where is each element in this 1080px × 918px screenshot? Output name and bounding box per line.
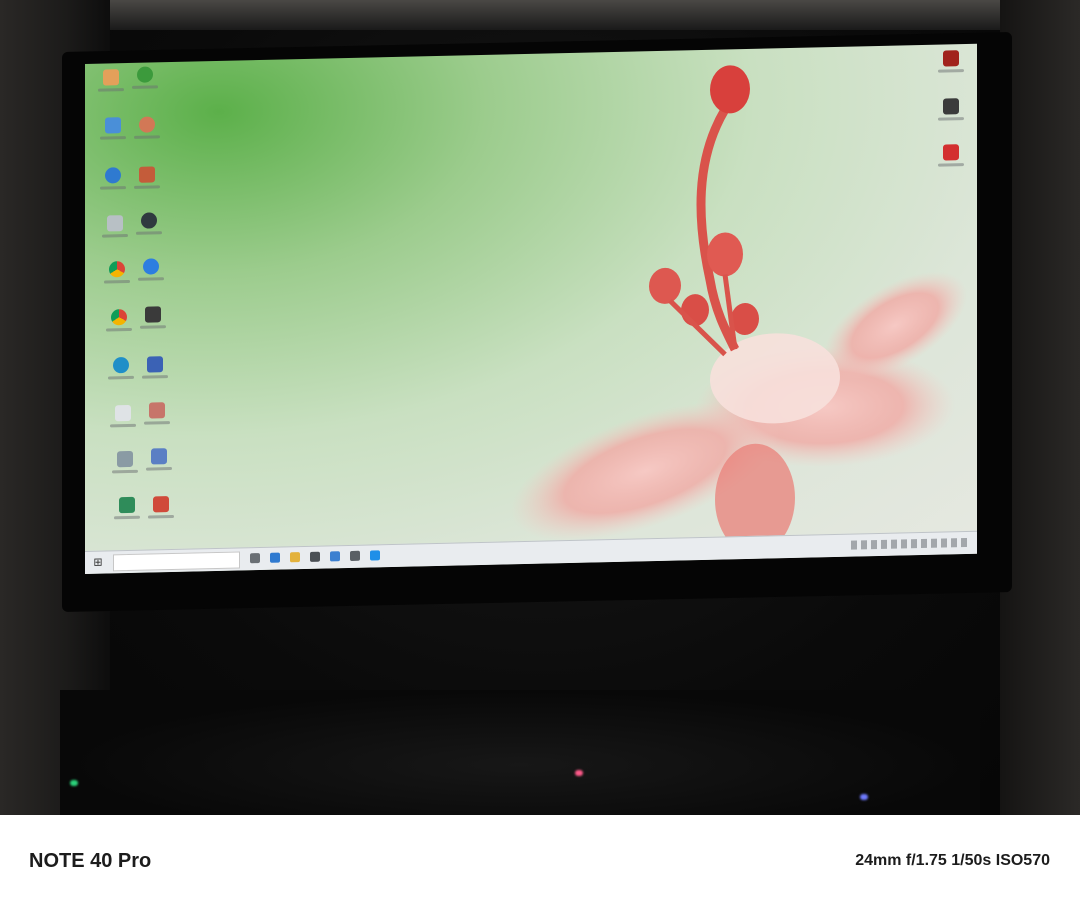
cloud-icon[interactable] (95, 117, 131, 158)
system-tray[interactable] (851, 537, 971, 550)
app-icon[interactable] (141, 448, 177, 489)
device-model-label: NOTE 40 Pro (29, 850, 152, 872)
start-icon[interactable]: ⊞ (87, 554, 109, 570)
app-icon[interactable] (107, 450, 143, 492)
monitor-photo: ⊞ (0, 0, 1080, 815)
monitor-screen: ⊞ (85, 43, 977, 574)
vector-icon[interactable] (933, 98, 969, 139)
keyboard-led (70, 780, 78, 786)
torrent-icon[interactable] (127, 66, 163, 107)
background-wall-top (0, 0, 1080, 30)
paint-icon[interactable] (139, 402, 175, 443)
recycle-bin-icon[interactable] (97, 215, 133, 256)
app-icon[interactable] (135, 306, 171, 347)
document-icon[interactable] (105, 404, 141, 446)
keyboard-led (575, 770, 583, 776)
keyboard-led (860, 794, 868, 800)
edge-icon[interactable] (95, 167, 131, 208)
currency-icon[interactable] (131, 212, 167, 253)
pdf-icon[interactable] (93, 69, 129, 110)
chrome-icon[interactable] (99, 261, 135, 302)
mail-icon[interactable] (330, 551, 340, 562)
user-icon[interactable] (129, 116, 165, 157)
acrobat-icon[interactable] (933, 144, 969, 185)
wallpaper-flower (510, 65, 968, 554)
background-wall-right (1000, 0, 1080, 815)
task-view-icon[interactable] (250, 553, 260, 564)
folder-icon[interactable] (290, 552, 300, 563)
keyboard (60, 690, 980, 815)
store-icon[interactable] (310, 551, 320, 562)
generic-blue-icon[interactable] (133, 258, 169, 299)
exif-info-label: 24mm f/1.75 1/50s ISO570 (855, 852, 1050, 869)
edge-icon[interactable] (270, 552, 280, 563)
app-icon[interactable] (109, 496, 145, 538)
chrome-icon[interactable] (101, 309, 137, 350)
app-icon[interactable] (350, 550, 360, 561)
app-icon[interactable] (370, 550, 380, 561)
app-red-icon[interactable] (933, 50, 969, 91)
search-input[interactable] (113, 551, 240, 572)
monitor-icon[interactable] (137, 356, 173, 397)
folder-icon[interactable] (129, 166, 165, 207)
edge-icon[interactable] (103, 357, 139, 398)
app-icon[interactable] (143, 496, 179, 537)
